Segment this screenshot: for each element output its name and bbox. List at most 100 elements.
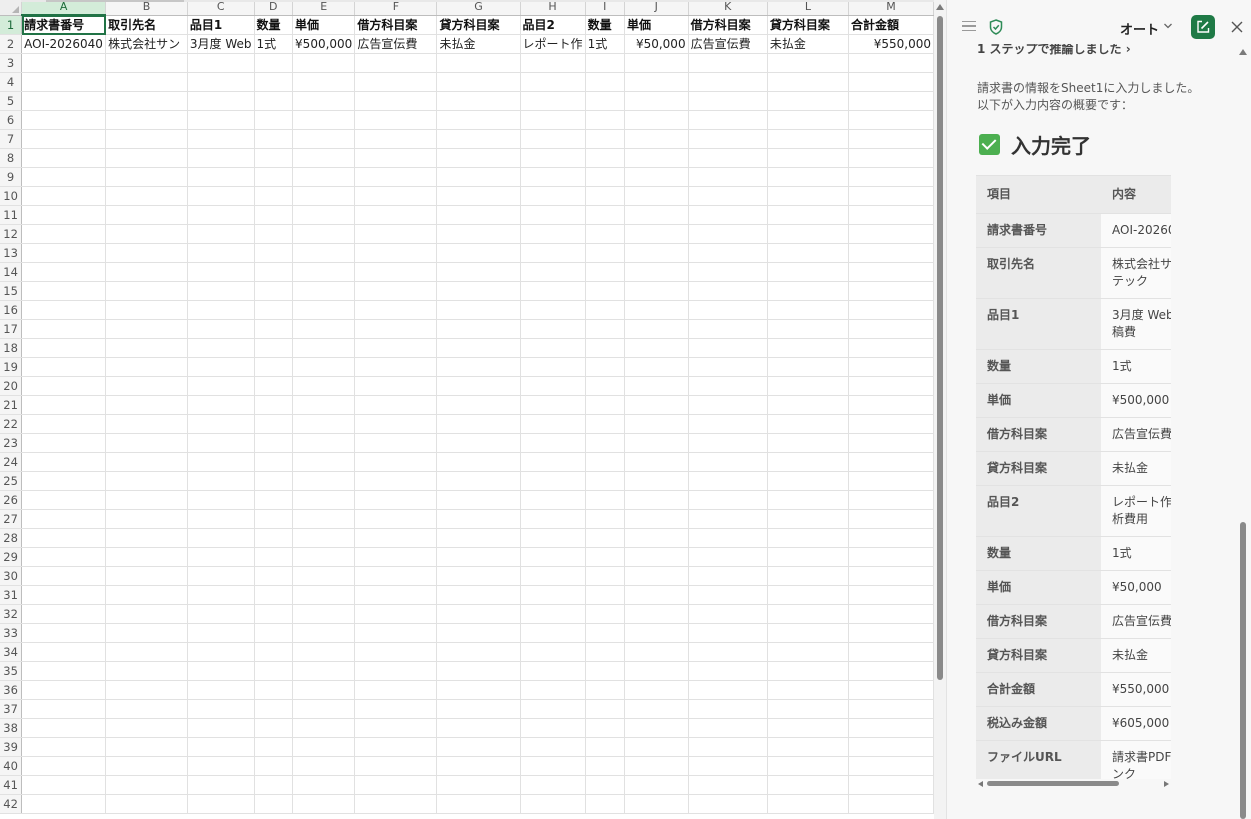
cell[interactable]	[520, 699, 586, 719]
cell[interactable]	[688, 547, 768, 567]
cell[interactable]	[292, 414, 356, 434]
cell[interactable]	[585, 509, 626, 529]
cell[interactable]	[436, 205, 521, 225]
cell[interactable]	[187, 528, 255, 548]
cell[interactable]	[767, 585, 850, 605]
cell[interactable]	[624, 414, 689, 434]
cell[interactable]	[436, 167, 521, 187]
cell[interactable]	[105, 300, 188, 320]
cell[interactable]	[688, 509, 768, 529]
cell[interactable]	[187, 205, 255, 225]
cell[interactable]	[354, 53, 438, 73]
cell[interactable]	[254, 661, 294, 681]
cell[interactable]	[436, 53, 521, 73]
cell[interactable]	[21, 262, 107, 282]
cell[interactable]	[585, 794, 626, 814]
cell[interactable]	[585, 224, 626, 244]
cell[interactable]	[105, 490, 188, 510]
cell[interactable]	[436, 224, 521, 244]
cell[interactable]	[254, 452, 294, 472]
cell[interactable]	[21, 148, 107, 168]
cell[interactable]	[354, 338, 438, 358]
cell[interactable]	[354, 547, 438, 567]
cell[interactable]	[105, 148, 188, 168]
cell[interactable]	[520, 91, 586, 111]
cell[interactable]: 3月度 Web	[187, 34, 255, 54]
cell[interactable]	[585, 547, 626, 567]
cell[interactable]: 1式	[585, 34, 626, 54]
cell[interactable]: ¥50,000	[624, 34, 689, 54]
column-header[interactable]: M	[848, 0, 934, 16]
cell[interactable]	[624, 110, 689, 130]
cell[interactable]	[436, 433, 521, 453]
cell[interactable]	[520, 357, 586, 377]
cell[interactable]	[292, 756, 356, 776]
cell[interactable]	[585, 243, 626, 263]
cell[interactable]	[688, 376, 768, 396]
cell[interactable]	[585, 775, 626, 795]
cell[interactable]	[354, 91, 438, 111]
cell[interactable]	[21, 661, 107, 681]
cell[interactable]	[105, 566, 188, 586]
cell[interactable]	[292, 281, 356, 301]
cell[interactable]	[187, 53, 255, 73]
cell[interactable]	[436, 642, 521, 662]
cell[interactable]	[520, 110, 586, 130]
cell[interactable]	[624, 756, 689, 776]
cell[interactable]	[187, 699, 255, 719]
cell[interactable]	[585, 281, 626, 301]
cell[interactable]: 未払金	[436, 34, 521, 54]
cell[interactable]	[292, 243, 356, 263]
cell[interactable]	[187, 186, 255, 206]
cell[interactable]	[254, 395, 294, 415]
row-header[interactable]: 24	[0, 452, 23, 472]
cell[interactable]	[436, 604, 521, 624]
cell[interactable]	[254, 528, 294, 548]
row-header[interactable]: 40	[0, 756, 23, 776]
cell[interactable]	[520, 319, 586, 339]
cell[interactable]	[767, 205, 850, 225]
cell[interactable]	[105, 452, 188, 472]
cell[interactable]	[105, 509, 188, 529]
new-chat-button[interactable]	[1191, 15, 1215, 39]
cell[interactable]: 広告宣伝費	[354, 34, 438, 54]
cell[interactable]	[187, 604, 255, 624]
cell[interactable]	[520, 395, 586, 415]
cell[interactable]	[21, 604, 107, 624]
row-header[interactable]: 23	[0, 433, 23, 453]
cell[interactable]	[585, 642, 626, 662]
select-all-corner[interactable]	[0, 0, 23, 16]
cell[interactable]	[21, 680, 107, 700]
cell[interactable]	[520, 623, 586, 643]
cell[interactable]	[105, 661, 188, 681]
cell[interactable]	[848, 699, 934, 719]
cell[interactable]	[436, 718, 521, 738]
cell[interactable]	[585, 604, 626, 624]
cell[interactable]	[767, 91, 850, 111]
cell[interactable]	[767, 604, 850, 624]
cell[interactable]	[520, 243, 586, 263]
cell[interactable]: 借方科目案	[354, 15, 438, 35]
cell[interactable]	[585, 205, 626, 225]
cell[interactable]	[848, 205, 934, 225]
cell[interactable]	[21, 718, 107, 738]
cell[interactable]	[767, 72, 850, 92]
cell[interactable]	[436, 699, 521, 719]
cell[interactable]	[187, 452, 255, 472]
cell[interactable]	[105, 528, 188, 548]
cell[interactable]	[624, 281, 689, 301]
cell[interactable]	[254, 129, 294, 149]
cell[interactable]	[848, 319, 934, 339]
cell[interactable]	[254, 110, 294, 130]
cell[interactable]	[520, 471, 586, 491]
cell[interactable]	[254, 243, 294, 263]
cell[interactable]	[624, 699, 689, 719]
cell[interactable]	[767, 509, 850, 529]
cell[interactable]	[354, 186, 438, 206]
cell[interactable]	[520, 528, 586, 548]
cell[interactable]	[585, 167, 626, 187]
cell[interactable]	[624, 148, 689, 168]
cell[interactable]: 借方科目案	[688, 15, 768, 35]
cell[interactable]	[187, 148, 255, 168]
column-header[interactable]: G	[436, 0, 521, 16]
